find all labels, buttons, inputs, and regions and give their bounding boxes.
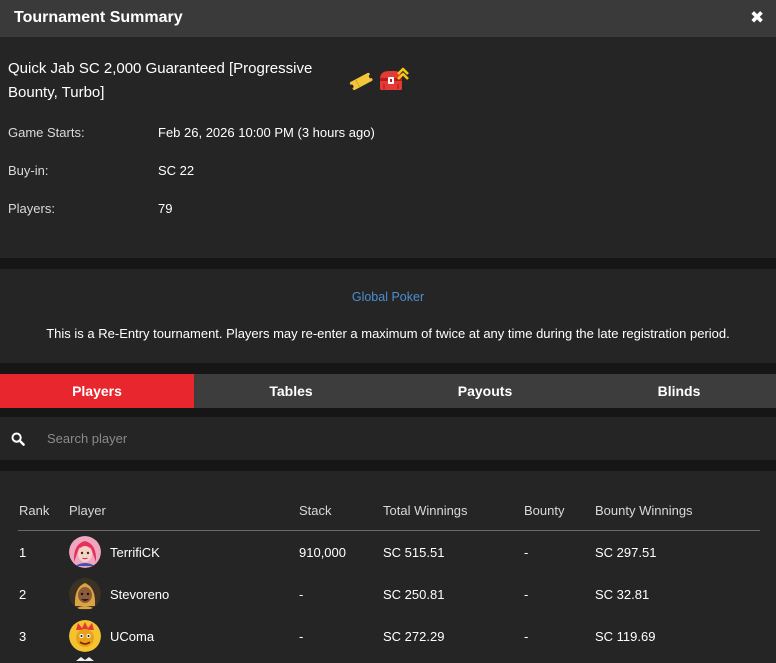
game-starts-label: Game Starts: bbox=[8, 125, 85, 140]
total-winnings-cell: SC 272.29 bbox=[383, 629, 445, 644]
game-starts-value: Feb 26, 2026 10:00 PM (3 hours ago) bbox=[158, 125, 375, 140]
column-header-total-winnings: Total Winnings bbox=[383, 503, 468, 518]
next-row-avatar-peek bbox=[72, 657, 98, 663]
re-entry-notice: This is a Re-Entry tournament. Players m… bbox=[46, 326, 730, 341]
player-name-cell: TerrifiCK bbox=[110, 545, 160, 560]
column-header-bounty-winnings: Bounty Winnings bbox=[595, 503, 693, 518]
tournament-name: Quick Jab SC 2,000 Guaranteed [Progressi… bbox=[8, 60, 313, 101]
player-avatar-icon bbox=[69, 536, 101, 568]
summary-tabs: Players Tables Payouts Blinds bbox=[0, 374, 776, 408]
progressive-bounty-chest-icon bbox=[380, 67, 409, 90]
table-row[interactable]: 1 TerrifiCK 910,000 SC 515.51 - SC 297.5… bbox=[0, 531, 776, 573]
players-count-value: 79 bbox=[158, 201, 173, 216]
players-count-label: Players: bbox=[8, 201, 55, 216]
modal-title: Tournament Summary bbox=[14, 9, 183, 26]
table-row[interactable]: 3 UComa - SC 272.29 - SC 119.69 bbox=[0, 615, 776, 657]
rank-cell: 3 bbox=[19, 629, 27, 644]
stack-cell: 910,000 bbox=[299, 545, 346, 560]
player-name-cell: Stevoreno bbox=[110, 587, 170, 602]
player-search-bar bbox=[0, 417, 776, 460]
network-link[interactable]: Global Poker bbox=[0, 290, 776, 304]
tab-tables[interactable]: Tables bbox=[194, 374, 388, 408]
tab-blinds[interactable]: Blinds bbox=[582, 374, 776, 408]
tournament-info-panel: Quick Jab SC 2,000 Guaranteed [Progressi… bbox=[0, 37, 776, 258]
player-avatar-icon bbox=[69, 620, 101, 652]
tab-players[interactable]: Players bbox=[0, 374, 194, 408]
table-row[interactable]: 2 Stevoreno - SC 250.81 - SC 32.81 bbox=[0, 573, 776, 615]
player-avatar-icon bbox=[69, 578, 101, 610]
search-icon bbox=[11, 432, 25, 446]
column-header-player: Player bbox=[69, 503, 106, 518]
modal-header: Tournament Summary ✖ bbox=[0, 0, 776, 37]
stack-cell: - bbox=[299, 587, 304, 602]
tab-payouts[interactable]: Payouts bbox=[388, 374, 582, 408]
buy-in-value: SC 22 bbox=[158, 163, 195, 178]
bounty-winnings-cell: SC 32.81 bbox=[595, 587, 650, 602]
stack-cell: - bbox=[299, 629, 304, 644]
player-avatar-icon bbox=[76, 657, 94, 661]
rank-cell: 2 bbox=[19, 587, 27, 602]
bounty-cell: - bbox=[524, 587, 529, 602]
player-name-cell: UComa bbox=[110, 629, 155, 644]
players-table: Rank Player Stack Total Winnings Bounty … bbox=[0, 471, 776, 663]
tournament-notice-panel: Global Poker This is a Re-Entry tourname… bbox=[0, 269, 776, 363]
close-icon[interactable]: ✖ bbox=[750, 9, 764, 27]
bounty-cell: - bbox=[524, 629, 529, 644]
search-player-input[interactable] bbox=[38, 425, 758, 451]
column-header-bounty: Bounty bbox=[524, 503, 565, 518]
total-winnings-cell: SC 250.81 bbox=[383, 587, 445, 602]
bounty-cell: - bbox=[524, 545, 529, 560]
bounty-winnings-cell: SC 297.51 bbox=[595, 545, 657, 560]
bounty-winnings-cell: SC 119.69 bbox=[595, 629, 656, 644]
column-header-rank: Rank bbox=[19, 503, 50, 518]
rank-cell: 1 bbox=[19, 545, 27, 560]
total-winnings-cell: SC 515.51 bbox=[383, 545, 445, 560]
column-header-stack: Stack bbox=[299, 503, 332, 518]
buy-in-label: Buy-in: bbox=[8, 163, 49, 178]
ticket-icon bbox=[349, 72, 373, 91]
